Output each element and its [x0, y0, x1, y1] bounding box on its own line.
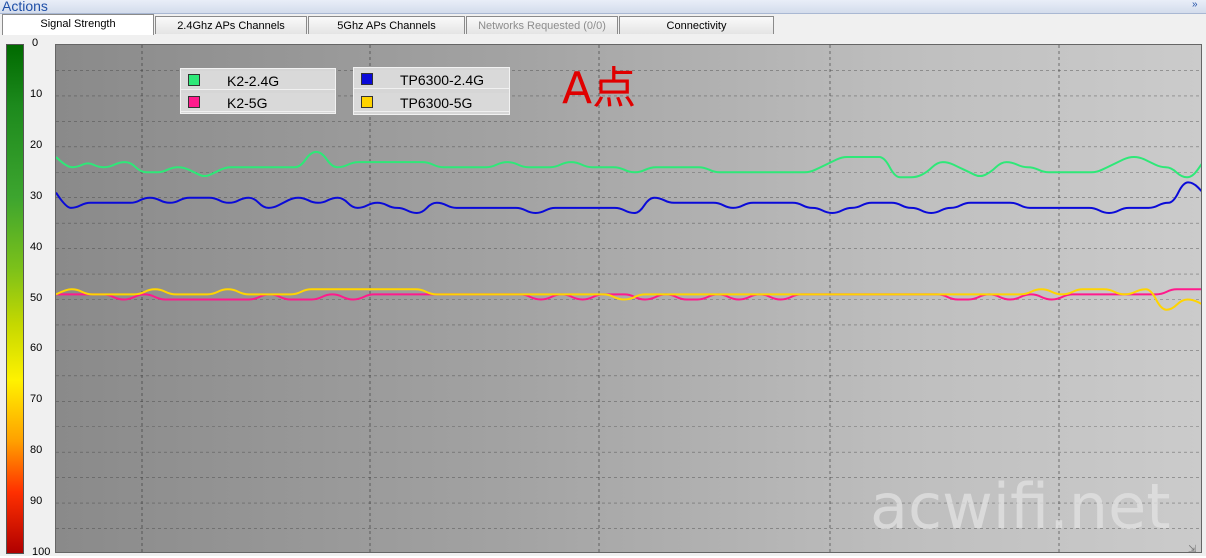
legend-item-k2-24g[interactable]: K2-2.4G — [181, 71, 335, 90]
legend-label: TP6300-5G — [400, 95, 473, 111]
watermark: acwifi.net — [870, 470, 1171, 543]
legend-item-k2-5g[interactable]: K2-5G — [181, 93, 335, 112]
y-tick-label: 20 — [30, 138, 43, 151]
tab-5ghz-aps-channels[interactable]: 5Ghz APs Channels — [308, 16, 465, 34]
signal-color-scale — [6, 44, 24, 554]
y-tick-label: 40 — [30, 240, 43, 253]
tab-networks-requested: Networks Requested (0/0) — [466, 16, 618, 34]
y-tick-label: 70 — [30, 393, 43, 406]
y-tick-label: 10 — [30, 87, 43, 100]
legend-swatch — [188, 74, 200, 86]
legend-swatch — [361, 96, 373, 108]
legend-label: K2-2.4G — [227, 73, 280, 89]
actions-title: Actions — [2, 0, 48, 14]
y-tick-label: 30 — [30, 189, 43, 202]
y-tick-label: 80 — [30, 444, 43, 457]
tab-signal-strength[interactable]: Signal Strength — [2, 14, 154, 35]
legend-group-tp6300: TP6300-2.4G TP6300-5G — [353, 67, 510, 115]
legend-group-k2: K2-2.4G K2-5G — [180, 68, 336, 114]
legend-label: K2-5G — [227, 95, 268, 111]
resize-grip-icon[interactable]: ⇲ — [1188, 544, 1206, 556]
y-tick-label: 60 — [30, 342, 43, 355]
legend-item-tp6300-24g[interactable]: TP6300-2.4G — [354, 70, 509, 89]
legend-label: TP6300-2.4G — [400, 72, 485, 88]
actions-bar: Actions » — [0, 0, 1206, 14]
tab-24ghz-aps-channels[interactable]: 2.4Ghz APs Channels — [155, 16, 307, 34]
tab-connectivity[interactable]: Connectivity — [619, 16, 774, 34]
y-tick-label: 90 — [30, 495, 43, 508]
tab-strip: Signal Strength 2.4Ghz APs Channels 5Ghz… — [0, 14, 1206, 36]
legend-item-tp6300-5g[interactable]: TP6300-5G — [354, 93, 509, 112]
chevron-double-down-icon[interactable]: » — [1192, 0, 1202, 11]
series-line-k2-2-4g — [56, 150, 1201, 179]
legend-swatch — [188, 96, 200, 108]
location-annotation: A点 — [562, 63, 637, 114]
y-tick-label: 50 — [30, 291, 43, 304]
legend-swatch — [361, 73, 373, 85]
